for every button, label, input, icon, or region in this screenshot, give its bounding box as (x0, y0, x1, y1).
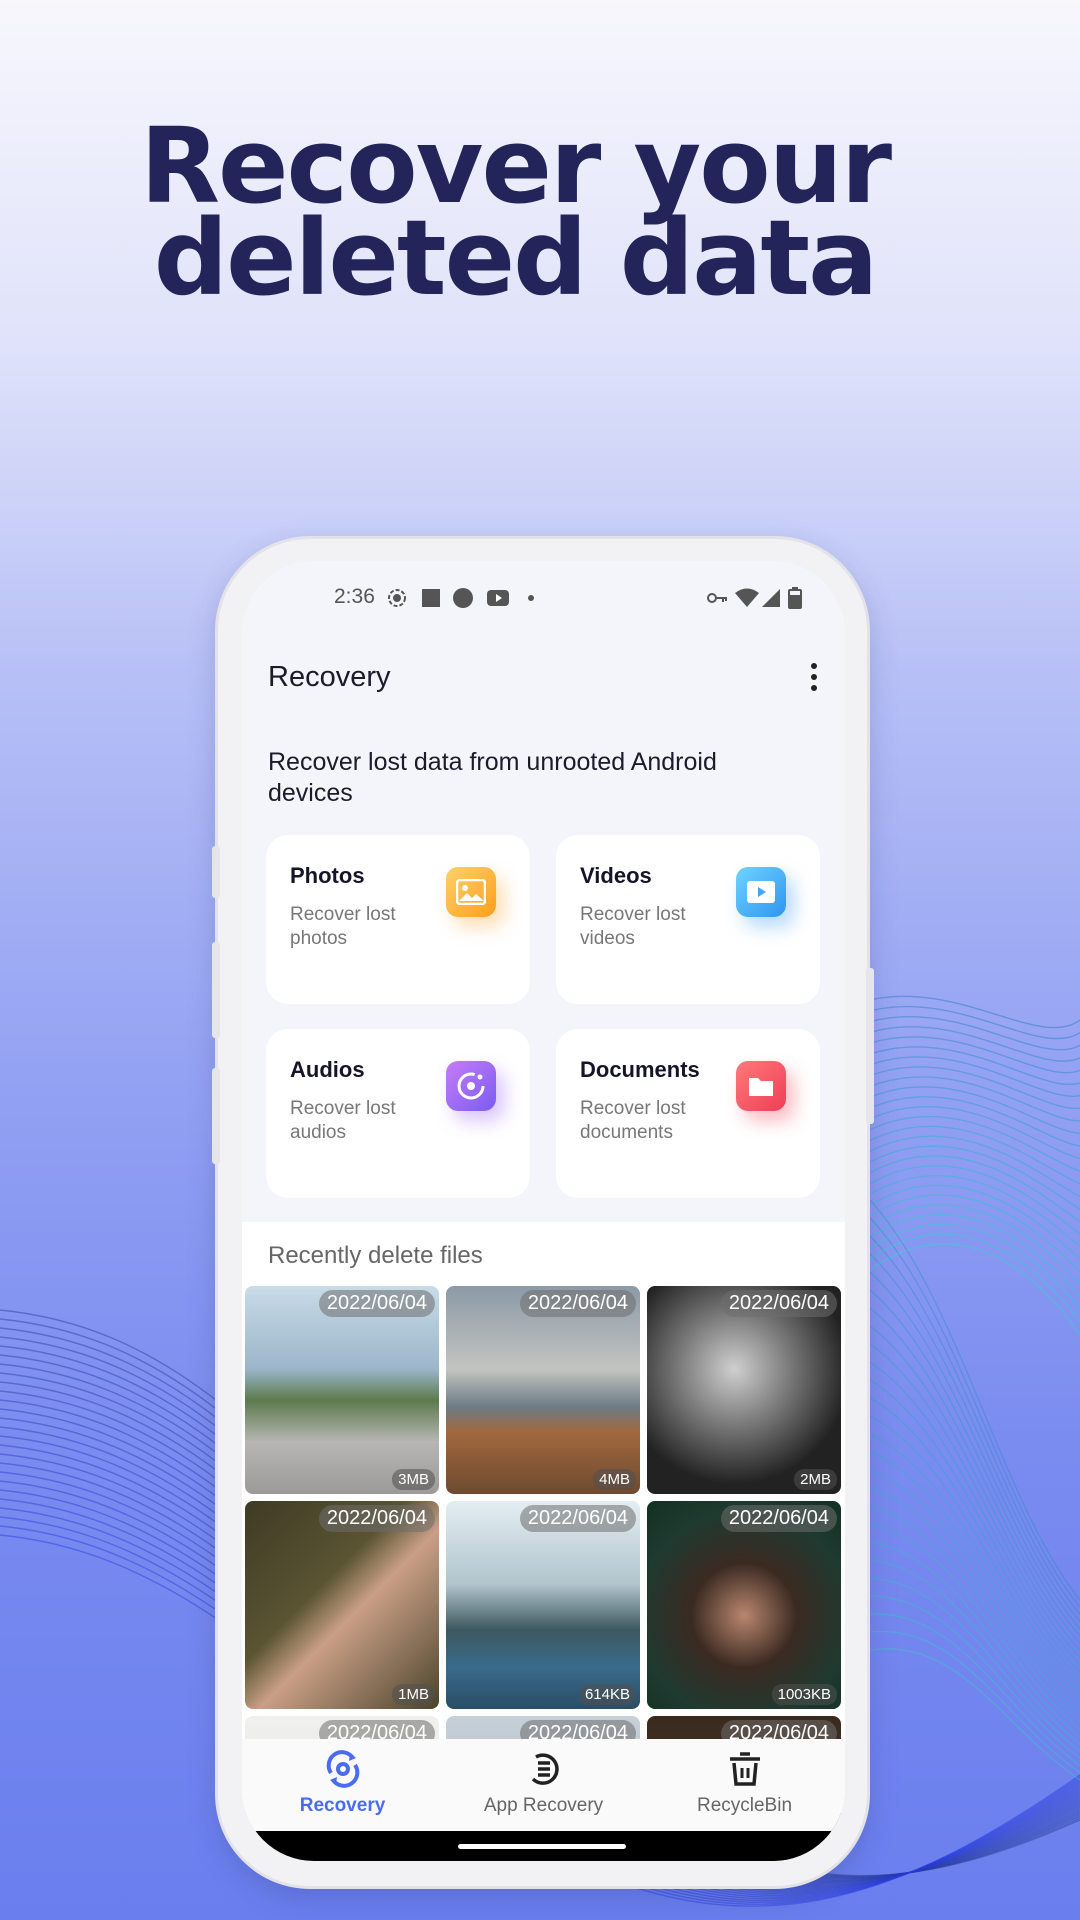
page-subtitle: Recover lost data from unrooted Android … (268, 748, 717, 807)
file-size: 3MB (392, 1469, 435, 1490)
folder-icon (736, 1061, 786, 1111)
status-time: 2:36 (334, 585, 375, 608)
recent-file-thumbnail[interactable]: 2022/06/04 1MB (245, 1501, 439, 1709)
card-desc: Recover lost photos (290, 904, 396, 949)
nav-recyclebin[interactable]: RecycleBin (644, 1739, 845, 1831)
signal-icon (762, 589, 780, 607)
file-date: 2022/06/04 (318, 1505, 435, 1532)
headline-line-2: deleted data (153, 197, 879, 319)
status-bar: 2:36 (242, 583, 845, 613)
phone-button (212, 1068, 220, 1164)
file-size: 1003KB (771, 1684, 837, 1705)
category-card-documents[interactable]: Documents Recover lost documents (556, 1029, 820, 1198)
file-date: 2022/06/04 (519, 1290, 636, 1317)
section-title: Recently delete files (268, 1242, 483, 1269)
card-title: Photos (290, 863, 365, 888)
screen-record-icon (388, 589, 406, 607)
music-disc-icon (446, 1061, 496, 1111)
phone-button (212, 942, 220, 1038)
recent-file-thumbnail[interactable]: 2022/06/04 614KB (446, 1501, 640, 1709)
nav-label: Recovery (299, 1795, 386, 1816)
nav-label: App Recovery (483, 1795, 604, 1816)
recent-file-thumbnail[interactable]: 2022/06/04 2MB (647, 1286, 841, 1494)
file-date: 2022/06/04 (318, 1290, 435, 1317)
category-card-audios[interactable]: Audios Recover lost audios (266, 1029, 530, 1198)
play-icon (736, 867, 786, 917)
vpn-key-icon (707, 593, 727, 603)
bottom-nav: Recovery App Recovery RecycleBin (242, 1739, 845, 1831)
card-title: Documents (580, 1057, 700, 1082)
category-card-videos[interactable]: Videos Recover lost videos (556, 835, 820, 1004)
card-title: Videos (580, 863, 652, 888)
home-indicator[interactable] (458, 1844, 626, 1849)
file-size: 1MB (392, 1684, 435, 1705)
nav-app-recovery[interactable]: App Recovery (443, 1739, 644, 1831)
card-desc: Recover lost documents (580, 1098, 686, 1143)
card-desc: Recover lost audios (290, 1098, 396, 1143)
phone-screen: 2:36 Recovery Recover lost data from unr… (242, 561, 845, 1861)
category-card-photos[interactable]: Photos Recover lost photos (266, 835, 530, 1004)
gesture-bar (242, 1831, 845, 1861)
recent-file-thumbnail[interactable]: 2022/06/04 3MB (245, 1286, 439, 1494)
youtube-icon (487, 590, 509, 606)
dot-icon (528, 595, 534, 601)
file-size: 614KB (578, 1684, 636, 1705)
file-size: 2MB (794, 1469, 837, 1490)
file-date: 2022/06/04 (720, 1290, 837, 1317)
card-title: Audios (290, 1057, 365, 1082)
battery-icon (788, 587, 802, 609)
card-desc: Recover lost videos (580, 904, 686, 949)
app-list-icon (531, 1753, 559, 1785)
app-title: Recovery (268, 661, 391, 693)
image-icon (446, 867, 496, 917)
nav-label: RecycleBin (696, 1795, 793, 1816)
circle-icon (453, 588, 473, 608)
recent-file-thumbnail[interactable]: 2022/06/04 1003KB (647, 1501, 841, 1709)
phone-button (866, 968, 874, 1124)
square-icon (422, 589, 440, 607)
trash-icon (729, 1752, 760, 1786)
headline: Recover your deleted data (0, 114, 1030, 319)
more-vertical-icon[interactable] (809, 663, 819, 691)
file-size: 4MB (593, 1469, 636, 1490)
file-date: 2022/06/04 (519, 1505, 636, 1532)
file-date: 2022/06/04 (720, 1505, 837, 1532)
phone-button (212, 846, 220, 898)
recent-file-thumbnail[interactable]: 2022/06/04 4MB (446, 1286, 640, 1494)
nav-recovery[interactable]: Recovery (242, 1739, 443, 1831)
recovery-icon (326, 1750, 359, 1788)
wifi-icon (735, 588, 759, 607)
